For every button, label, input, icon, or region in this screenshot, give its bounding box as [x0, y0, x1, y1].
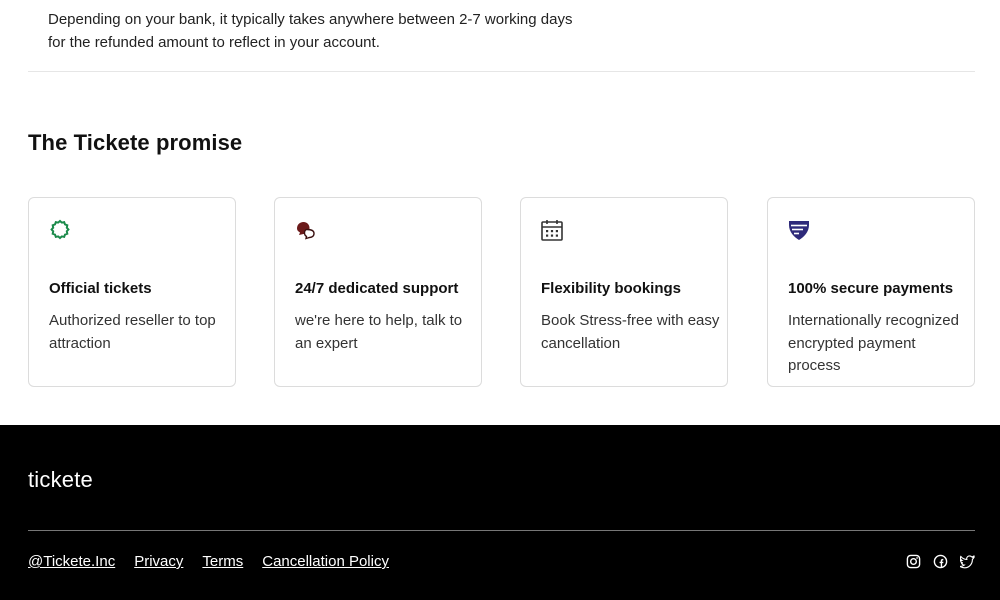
footer-link-cancellation-policy[interactable]: Cancellation Policy — [262, 553, 389, 570]
promise-card-official: Official tickets Authorized reseller to … — [28, 197, 236, 387]
shield-icon — [787, 218, 811, 242]
card-description: Authorized reseller to top attraction — [49, 312, 216, 352]
social-links — [906, 554, 976, 569]
footer-link-terms[interactable]: Terms — [202, 553, 243, 570]
card-description: Internationally recognized encrypted pay… — [788, 312, 959, 374]
card-title: Flexibility bookings — [541, 280, 682, 297]
promise-cards: Official tickets Authorized reseller to … — [28, 197, 975, 387]
footer-link-privacy[interactable]: Privacy — [134, 553, 183, 570]
card-title: Official tickets — [49, 280, 152, 297]
promise-card-secure: 100% secure payments Internationally rec… — [767, 197, 975, 387]
card-title: 100% secure payments — [788, 280, 954, 297]
footer-brand-logo[interactable]: tickete — [28, 467, 93, 493]
footer-links: @Tickete.Inc Privacy Terms Cancellation … — [28, 553, 389, 570]
instagram-icon[interactable] — [906, 554, 921, 569]
twitter-icon[interactable] — [957, 554, 976, 569]
card-title: 24/7 dedicated support — [295, 280, 459, 297]
footer-link-handle[interactable]: @Tickete.Inc — [28, 553, 115, 570]
divider — [28, 71, 975, 72]
facebook-icon[interactable] — [933, 554, 948, 569]
chat-bubbles-icon — [294, 218, 318, 242]
faq-answer: Depending on your bank, it typically tak… — [48, 11, 573, 51]
card-description: Book Stress-free with easy cancellation — [541, 312, 720, 352]
badge-icon — [48, 218, 72, 242]
footer-divider — [28, 530, 975, 531]
section-title: The Tickete promise — [28, 130, 243, 155]
promise-card-flexibility: Flexibility bookings Book Stress-free wi… — [520, 197, 728, 387]
promise-card-support: 24/7 dedicated support we're here to hel… — [274, 197, 482, 387]
footer: tickete @Tickete.Inc Privacy Terms Cance… — [0, 425, 1000, 600]
calendar-icon — [540, 218, 564, 242]
card-description: we're here to help, talk to an expert — [295, 312, 463, 352]
